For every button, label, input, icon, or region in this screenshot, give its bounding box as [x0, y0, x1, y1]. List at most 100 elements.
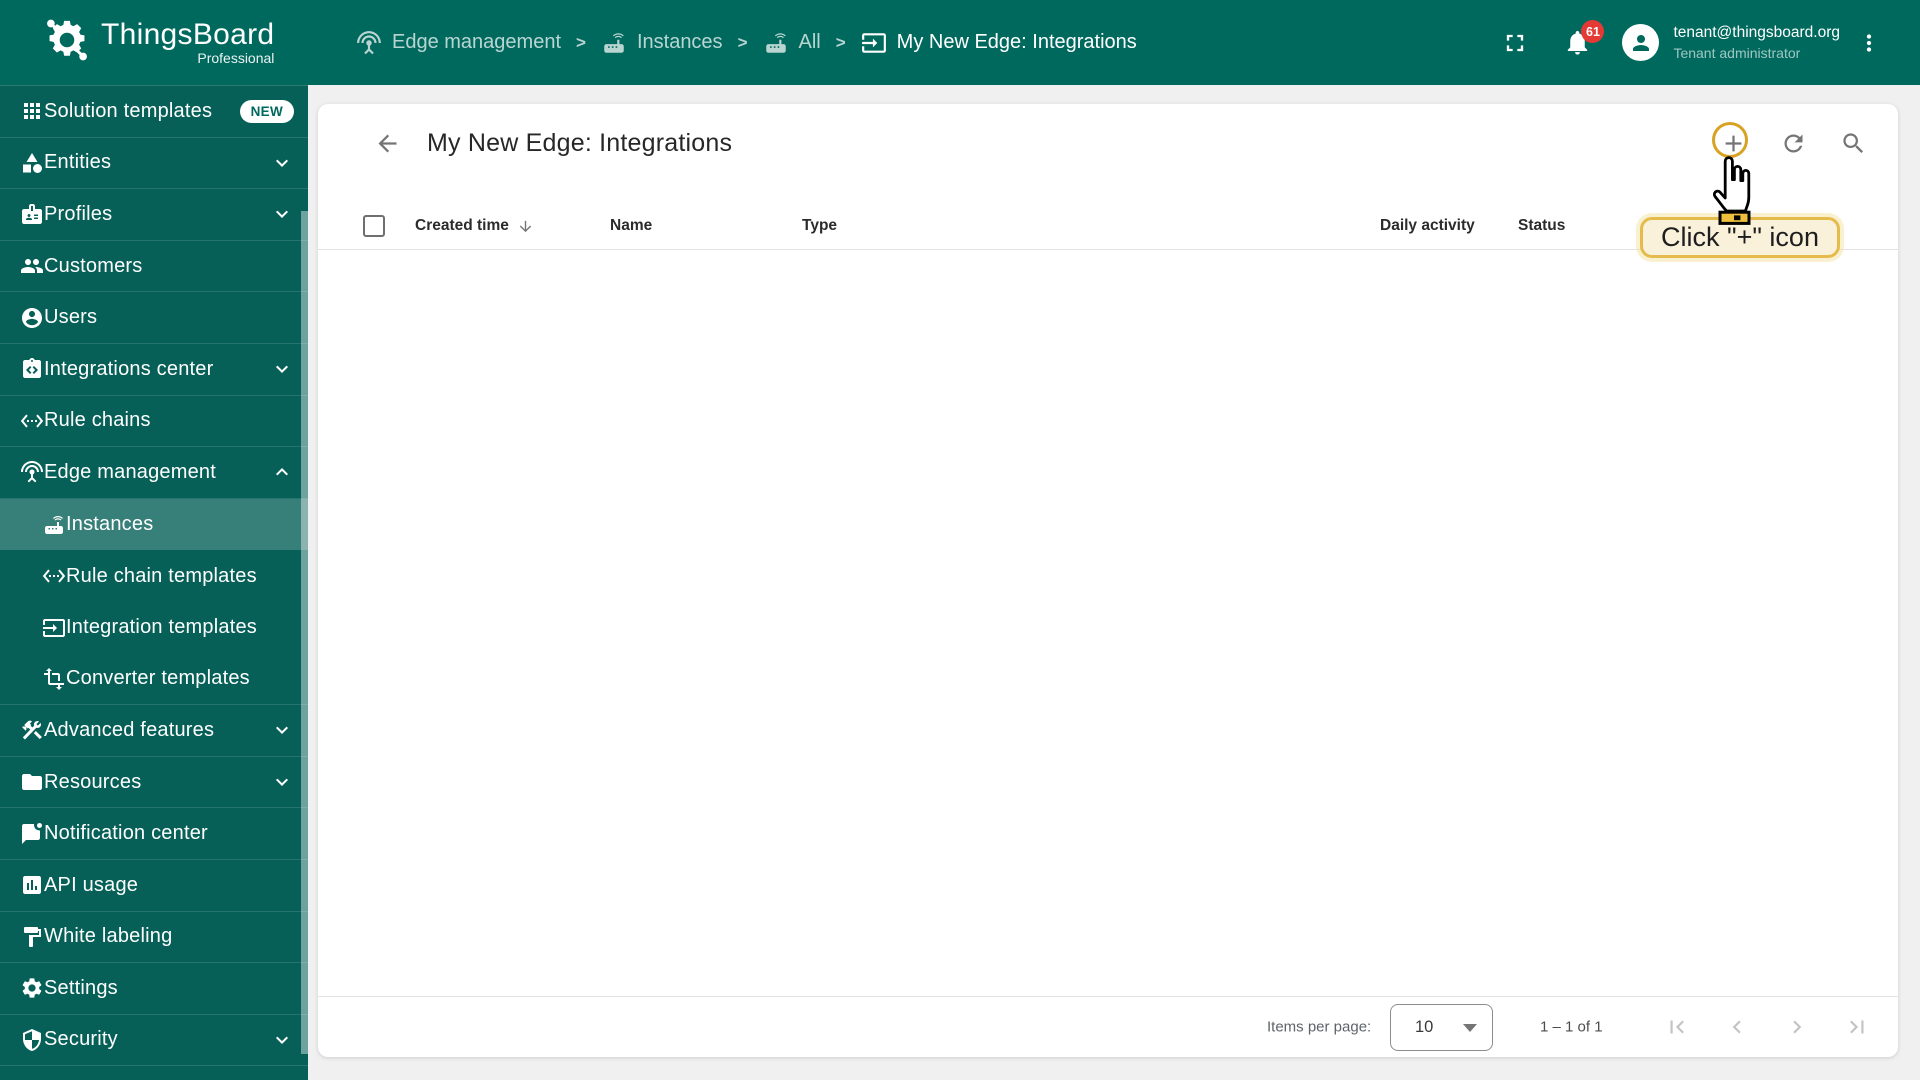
sidebar-item-label: Rule chain templates: [66, 564, 257, 587]
sidebar-item-entities[interactable]: Entities: [0, 138, 308, 190]
chevron-down-icon: [276, 727, 288, 735]
integrations-icon: [23, 358, 41, 379]
breadcrumb-item[interactable]: All: [763, 30, 821, 56]
select-all-checkbox[interactable]: [363, 215, 385, 237]
shield-icon: [23, 1028, 41, 1051]
router-icon: [765, 32, 786, 53]
gear-icon: [22, 978, 42, 998]
paint-icon: [24, 926, 41, 947]
breadcrumb-separator: >: [737, 32, 748, 52]
folder-icon: [22, 774, 42, 791]
page-title: My New Edge: Integrations: [427, 128, 733, 157]
column-header-status[interactable]: Status: [1518, 217, 1565, 235]
sidebar-nav: Solution templates NEW Entities Profiles Cus…: [0, 85, 308, 1080]
thingsboard-logo-icon: [47, 19, 87, 61]
fullscreen-icon: [1507, 34, 1524, 51]
router-icon: [45, 515, 63, 534]
notifications-badge: 61: [1581, 20, 1605, 43]
sidebar-item-integrations-center[interactable]: Integrations center: [0, 344, 308, 396]
sidebar-item-white-labeling[interactable]: White labeling: [0, 912, 308, 964]
chevron-down-icon: [276, 778, 288, 787]
sidebar-item-edge-management[interactable]: Edge management: [0, 447, 308, 499]
sidebar-item-users[interactable]: Users: [0, 292, 308, 344]
chevron-left-icon: [1732, 1020, 1741, 1034]
column-header-name[interactable]: Name: [610, 217, 652, 235]
table-body-empty: [318, 250, 1898, 996]
breadcrumb-separator: >: [576, 32, 586, 52]
column-label: Created time: [415, 217, 509, 234]
search-button[interactable]: [1833, 123, 1873, 163]
breadcrumb: Edge management > Instances > All > My New Edg…: [356, 30, 1137, 56]
sidebar-item-label: Rule chains: [44, 409, 151, 432]
sidebar-item-converter-templates[interactable]: Converter templates: [0, 654, 308, 706]
column-label: Type: [802, 217, 838, 234]
breadcrumb-label: Instances: [636, 31, 723, 53]
user-avatar[interactable]: [1622, 24, 1660, 61]
sidebar-item-label: Settings: [44, 976, 118, 999]
column-label: Name: [610, 217, 653, 234]
arrow-down-icon: [519, 220, 532, 232]
sidebar-item-label: Customers: [44, 254, 143, 277]
sidebar-item-label: White labeling: [44, 925, 173, 948]
page-size-select[interactable]: 10: [1390, 1004, 1493, 1051]
chevron-right-icon: [1793, 1020, 1802, 1034]
sidebar-item-api-usage[interactable]: API usage: [0, 860, 308, 912]
fullscreen-button[interactable]: [1501, 29, 1529, 57]
notifications-button[interactable]: 61: [1563, 20, 1605, 57]
sidebar-item-rule-chain-templates[interactable]: Rule chain templates: [0, 550, 308, 602]
breadcrumb-separator: >: [835, 32, 846, 52]
construction-icon: [22, 721, 42, 740]
more-menu-button[interactable]: [1856, 30, 1882, 56]
sidebar-item-rule-chains[interactable]: Rule chains: [0, 396, 308, 448]
sidebar-item-label: Resources: [44, 770, 142, 793]
cursor-hand-annotation: [1712, 156, 1751, 225]
column-label: Status: [1518, 217, 1566, 234]
back-button[interactable]: [374, 130, 401, 157]
column-header-type[interactable]: Type: [802, 217, 837, 235]
antenna-icon: [21, 461, 43, 483]
sidebar-item-profiles[interactable]: Profiles: [0, 189, 308, 241]
column-header-daily-activity[interactable]: Daily activity: [1380, 217, 1475, 235]
group-icon: [21, 259, 43, 274]
column-header-created-time[interactable]: Created time: [415, 217, 534, 235]
sidebar-item-label: Converter templates: [66, 667, 250, 690]
brand-edition: Professional: [197, 50, 275, 66]
category-icon: [23, 152, 42, 173]
sidebar-item-label: Edge management: [44, 460, 217, 483]
sidebar-item-resources[interactable]: Resources: [0, 757, 308, 809]
sidebar-item-label: Entities: [44, 151, 112, 174]
badge-icon: [22, 204, 42, 225]
last-page-button[interactable]: [1837, 1007, 1877, 1047]
sidebar-item-notification-center[interactable]: Notification center: [0, 808, 308, 860]
first-page-icon: [1670, 1020, 1684, 1034]
next-page-button[interactable]: [1777, 1007, 1817, 1047]
breadcrumb-label: Edge management: [392, 31, 562, 53]
sidebar-item-solution-templates[interactable]: Solution templates NEW: [0, 86, 308, 138]
sidebar-item-label: Solution templates: [44, 99, 213, 122]
thingsboard-logo-icon: [44, 17, 90, 68]
chevron-down-icon: [276, 365, 288, 374]
sidebar-scrollbar[interactable]: [301, 211, 308, 1054]
sidebar-item-customers[interactable]: Customers: [0, 241, 308, 293]
chat-unread-icon: [22, 822, 42, 844]
sidebar-item-label: Users: [44, 306, 98, 329]
refresh-icon: [1784, 134, 1802, 152]
paginator-range: 1 – 1 of 1: [1540, 1018, 1603, 1036]
sidebar-item-advanced-features[interactable]: Advanced features: [0, 705, 308, 757]
brand-logo: ThingsBoard Professional: [0, 17, 308, 68]
refresh-button[interactable]: [1773, 123, 1813, 163]
sidebar-item-security[interactable]: Security: [0, 1015, 308, 1067]
antenna-icon: [357, 30, 381, 54]
previous-page-button[interactable]: [1717, 1007, 1757, 1047]
breadcrumb-item[interactable]: My New Edge: Integrations: [861, 30, 1137, 56]
sidebar-item-settings[interactable]: Settings: [0, 963, 308, 1015]
items-per-page-label: Items per page:: [1267, 1018, 1372, 1036]
router-icon: [604, 32, 624, 53]
breadcrumb-item[interactable]: Instances: [601, 30, 723, 56]
first-page-button[interactable]: [1657, 1007, 1697, 1047]
sidebar-item-integration-templates[interactable]: Integration templates: [0, 602, 308, 654]
chevron-down-icon: [276, 211, 288, 219]
breadcrumb-item[interactable]: Edge management: [356, 30, 561, 56]
sidebar-item-label: API usage: [44, 873, 139, 896]
sidebar-item-instances[interactable]: Instances: [0, 498, 308, 551]
